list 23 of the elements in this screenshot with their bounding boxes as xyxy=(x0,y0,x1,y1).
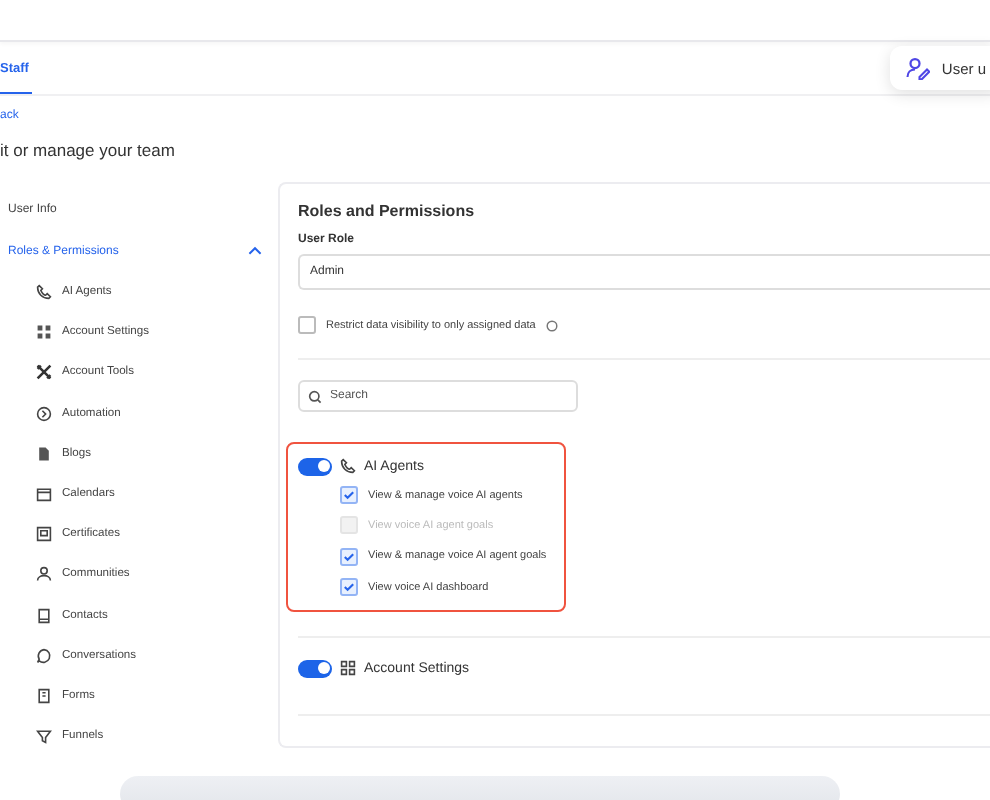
grid-icon xyxy=(36,324,52,341)
page-title: it or manage your team xyxy=(0,140,177,160)
people-icon xyxy=(36,566,52,583)
phone-icon xyxy=(340,458,356,474)
chat-icon xyxy=(36,647,52,664)
calendar-icon xyxy=(36,486,52,503)
toggle-switch[interactable] xyxy=(298,659,332,678)
search-icon xyxy=(308,389,322,403)
phone-icon xyxy=(36,284,52,301)
toggle-switch[interactable] xyxy=(298,457,332,475)
grid-icon xyxy=(340,660,356,677)
checkbox[interactable] xyxy=(340,578,358,597)
card-title: Roles and Permissions xyxy=(298,202,477,220)
doc-icon xyxy=(36,445,52,462)
info-icon xyxy=(545,319,558,331)
form-icon xyxy=(36,687,52,704)
checkbox[interactable] xyxy=(340,547,358,566)
user-edit-icon xyxy=(905,56,930,80)
funnel-icon xyxy=(36,728,52,745)
checkbox[interactable] xyxy=(298,316,316,334)
circle-icon xyxy=(36,405,52,422)
checkbox[interactable] xyxy=(340,486,358,505)
book-icon xyxy=(36,607,52,624)
